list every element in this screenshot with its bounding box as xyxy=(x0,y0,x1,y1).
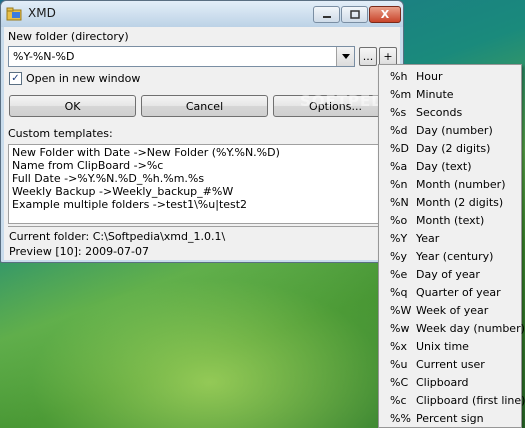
menu-item[interactable]: %q Quarter of year xyxy=(379,283,521,301)
menu-item-label: Day of year xyxy=(416,268,480,281)
menu-item[interactable]: %h Hour xyxy=(379,67,521,85)
template-line: Example multiple folders ->test1\%u|test… xyxy=(12,198,248,211)
custom-templates-textarea[interactable]: New Folder with Date ->New Folder (%Y.%N… xyxy=(8,144,397,224)
window-client: New folder (directory) %Y-%N-%D ... + ✓ … xyxy=(4,27,400,260)
menu-item[interactable]: %x Unix time xyxy=(379,337,521,355)
menu-item[interactable]: %W Week of year xyxy=(379,301,521,319)
current-folder-status: Current folder: C:\Softpedia\xmd_1.0.1\ xyxy=(9,230,226,243)
minimize-icon xyxy=(322,15,331,18)
menu-item-code: %u xyxy=(390,358,408,371)
menu-item-label: Year (century) xyxy=(416,250,494,263)
template-line: Name from ClipBoard ->%c xyxy=(12,159,164,172)
menu-item-code: %e xyxy=(390,268,408,281)
menu-item-label: Day (number) xyxy=(416,124,493,137)
maximize-button[interactable] xyxy=(341,6,368,23)
menu-item-code: %W xyxy=(390,304,412,317)
menu-item[interactable]: %y Year (century) xyxy=(379,247,521,265)
menu-item-label: Minute xyxy=(416,88,454,101)
menu-item[interactable]: %N Month (2 digits) xyxy=(379,193,521,211)
menu-item-code: %N xyxy=(390,196,409,209)
menu-item[interactable]: %c Clipboard (first line) xyxy=(379,391,525,409)
menu-item-label: Month (number) xyxy=(416,178,506,191)
xmd-window: XMD X New folder (directory) %Y-%N-%D ..… xyxy=(0,0,404,263)
window-title: XMD xyxy=(28,6,56,20)
ok-button-label: OK xyxy=(64,99,81,113)
browse-button-label: ... xyxy=(362,50,374,63)
menu-item-label: Current user xyxy=(416,358,485,371)
title-bar[interactable]: XMD X xyxy=(1,1,403,27)
menu-item[interactable]: %s Seconds xyxy=(379,103,521,121)
menu-item-label: Week of year xyxy=(416,304,489,317)
menu-item[interactable]: %n Month (number) xyxy=(379,175,521,193)
menu-item-label: Year xyxy=(416,232,440,245)
menu-item-code: %d xyxy=(390,124,408,137)
menu-item-label: Quarter of year xyxy=(416,286,501,299)
menu-item-code: %Y xyxy=(390,232,408,245)
menu-item[interactable]: %% Percent sign xyxy=(379,409,521,427)
menu-item-code: %D xyxy=(390,142,409,155)
menu-item-code: %o xyxy=(390,214,408,227)
menu-item-label: Week day (number) xyxy=(416,322,525,335)
menu-item-code: %C xyxy=(390,376,409,389)
cancel-button[interactable]: Cancel xyxy=(141,95,268,117)
menu-item-code: %n xyxy=(390,178,408,191)
app-folder-icon xyxy=(6,7,22,21)
add-button-label: + xyxy=(383,50,393,63)
menu-item-code: %h xyxy=(390,70,408,83)
menu-item[interactable]: %u Current user xyxy=(379,355,521,373)
open-new-window-checkbox[interactable]: ✓ xyxy=(9,72,22,85)
browse-button[interactable]: ... xyxy=(359,47,377,66)
menu-item-label: Month (text) xyxy=(416,214,485,227)
menu-item-code: %c xyxy=(390,394,407,407)
menu-item-label: Clipboard xyxy=(416,376,469,389)
menu-item-label: Unix time xyxy=(416,340,469,353)
template-line: Full Date ->%Y.%N.%D_%h.%m.%s xyxy=(12,172,205,185)
menu-item[interactable]: %a Day (text) xyxy=(379,157,521,175)
close-button[interactable]: X xyxy=(369,6,401,23)
ok-button[interactable]: OK xyxy=(9,95,136,117)
template-line: New Folder with Date ->New Folder (%Y.%N… xyxy=(12,146,280,159)
chevron-down-icon xyxy=(341,54,350,59)
custom-templates-label: Custom templates: xyxy=(8,127,113,140)
new-folder-label: New folder (directory) xyxy=(8,30,129,43)
menu-item-label: Clipboard (first line) xyxy=(416,394,525,407)
maximize-icon xyxy=(349,10,360,19)
menu-item-label: Hour xyxy=(416,70,443,83)
menu-item-label: Percent sign xyxy=(416,412,484,425)
menu-item-label: Day (2 digits) xyxy=(416,142,491,155)
preview-status: Preview [10]: 2009-07-07 xyxy=(9,245,150,258)
combo-dropdown-button[interactable] xyxy=(336,47,354,66)
minimize-button[interactable] xyxy=(313,6,340,23)
open-new-window-label[interactable]: Open in new window xyxy=(26,72,140,85)
menu-item-code: %s xyxy=(390,106,407,119)
folder-name-value[interactable]: %Y-%N-%D xyxy=(13,50,74,63)
menu-item[interactable]: %D Day (2 digits) xyxy=(379,139,521,157)
format-codes-menu: %h Hour %m Minute %s Seconds %d Day (number)… xyxy=(378,64,525,428)
status-separator xyxy=(8,226,397,227)
menu-item-label: Seconds xyxy=(416,106,463,119)
menu-item-code: %% xyxy=(390,412,411,425)
checkmark-icon: ✓ xyxy=(11,73,20,84)
menu-item-code: %q xyxy=(390,286,408,299)
menu-item-code: %a xyxy=(390,160,408,173)
template-line: Weekly Backup ->Weekly_backup_#%W xyxy=(12,185,234,198)
menu-item[interactable]: %C Clipboard xyxy=(379,373,521,391)
menu-item[interactable]: %d Day (number) xyxy=(379,121,521,139)
menu-item[interactable]: %w Week day (number) xyxy=(379,319,525,337)
close-icon: X xyxy=(380,8,390,21)
menu-item-label: Day (text) xyxy=(416,160,472,173)
menu-item[interactable]: %Y Year xyxy=(379,229,521,247)
cancel-button-label: Cancel xyxy=(185,99,224,113)
menu-item-code: %x xyxy=(390,340,407,353)
menu-item-label: Month (2 digits) xyxy=(416,196,504,209)
folder-name-combo[interactable]: %Y-%N-%D xyxy=(8,46,355,67)
menu-item-code: %m xyxy=(390,88,412,101)
menu-item-code: %y xyxy=(390,250,407,263)
menu-item[interactable]: %e Day of year xyxy=(379,265,521,283)
menu-item[interactable]: %o Month (text) xyxy=(379,211,521,229)
menu-item[interactable]: %m Minute xyxy=(379,85,521,103)
menu-item-code: %w xyxy=(390,322,410,335)
